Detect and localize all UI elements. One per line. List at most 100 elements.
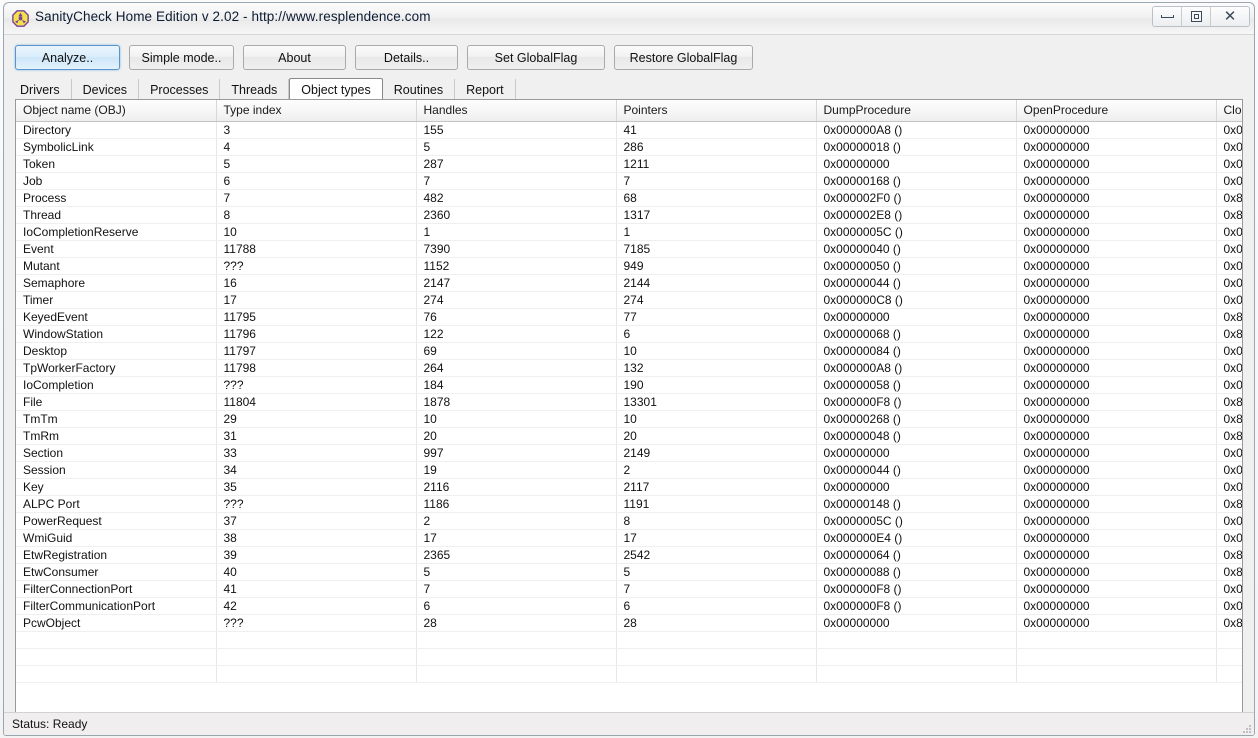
resize-grip-icon[interactable] [1240, 722, 1252, 734]
tab-report[interactable]: Report [455, 79, 516, 100]
table-cell: SymbolicLink [16, 138, 217, 156]
about-button[interactable]: About [243, 45, 346, 70]
column-header-handles[interactable]: Handles [416, 100, 617, 122]
table-row-empty[interactable] [16, 648, 1242, 666]
table-row[interactable]: EtwConsumer 40 5 5 0x00000088 () 0x00000000 0x… [16, 563, 1242, 581]
table-row[interactable]: KeyedEvent 11795 76 77 0x00000000 0x00000000 0… [16, 308, 1242, 326]
column-header-dumpprocedure[interactable]: DumpProcedure [816, 100, 1017, 122]
table-cell-empty [816, 648, 1017, 666]
table-cell: 41 [616, 121, 817, 139]
table-row[interactable]: Thread 8 2360 1317 0x000002E8 () 0x00000000 0x… [16, 206, 1242, 224]
table-row[interactable]: IoCompletion??? 184 190 0x00000058 () 0x0000… [16, 376, 1242, 394]
details-button[interactable]: Details.. [355, 45, 458, 70]
table-row[interactable]: Directory 3 155 41 0x000000A8 () 0x00000000 0x… [16, 121, 1242, 139]
table-row[interactable]: Semaphore 16 2147 2144 0x00000044 () 0x000000… [16, 274, 1242, 292]
tab-threads[interactable]: Threads [220, 79, 290, 100]
column-header-pointers[interactable]: Pointers [616, 100, 817, 122]
set-globalflag-button[interactable]: Set GlobalFlag [467, 45, 605, 70]
table-cell: 0x00000000 [1216, 121, 1242, 139]
table-cell: 0x00000000 [1216, 597, 1242, 615]
maximize-button[interactable] [1182, 7, 1211, 26]
close-button[interactable]: ✕ [1211, 7, 1249, 26]
column-header-closeprocedure[interactable]: CloseProcedure [1216, 100, 1242, 122]
table-cell: 37 [216, 512, 417, 530]
table-cell: 0x83200000 [1216, 427, 1242, 445]
table-row[interactable]: ALPC Port??? 1186 1191 0x00000148 () 0x00000… [16, 495, 1242, 513]
tab-object-types[interactable]: Object types [289, 78, 383, 101]
table-row-empty[interactable] [16, 631, 1242, 649]
table-row[interactable]: WmiGuid3817170x000000E4 ()0x000000000x00… [16, 529, 1242, 547]
table-cell: 1 [416, 223, 617, 241]
table-row[interactable]: Mutant??? 1152 949 0x00000050 () 0x00000000 0… [16, 257, 1242, 275]
table-cell: 28 [616, 614, 817, 632]
table-cell: Key [16, 478, 217, 496]
table-cell: 0x00000048 () [816, 427, 1017, 445]
table-cell: 0x00000000 [1216, 291, 1242, 309]
tab-devices[interactable]: Devices [72, 79, 140, 100]
table-cell: 0x00000000 [1216, 257, 1242, 275]
tab-drivers[interactable]: Drivers [9, 79, 72, 100]
table-row[interactable]: Key35211621170x000000000x000000000x00000… [16, 478, 1242, 496]
table-cell: 10 [416, 410, 617, 428]
table-row[interactable]: Section3399721490x000000000x000000000x00… [16, 444, 1242, 462]
table-cell: Process [16, 189, 217, 207]
table-cell: 5 [216, 155, 417, 173]
table-cell: 0x00000084 () [816, 342, 1017, 360]
table-cell: 11788 [216, 240, 417, 258]
table-row[interactable]: Timer172742740x000000C8 ()0x000000000x00… [16, 291, 1242, 309]
table-cell: 0x00000000 [1216, 478, 1242, 496]
table-cell: FilterConnectionPort [16, 580, 217, 598]
table-row[interactable]: Job6770x00000168 ()0x000000000x00000000 [16, 172, 1242, 190]
table-row[interactable]: PcwObject???28280x000000000x000000000x8C… [16, 614, 1242, 632]
table-cell-empty [416, 665, 617, 683]
column-header-type-index[interactable]: Type index [216, 100, 417, 122]
analyze-button[interactable]: Analyze.. [15, 45, 120, 70]
table-row[interactable]: PowerRequest 37 2 8 0x0000005C () 0x00000000 0… [16, 512, 1242, 530]
tab-routines[interactable]: Routines [383, 79, 456, 100]
table-cell: 39 [216, 546, 417, 564]
table-cell: 0x00000000 [1016, 427, 1217, 445]
table-cell: ALPC Port [16, 495, 217, 513]
table-cell: 0x00000000 [1016, 325, 1217, 343]
column-header-openprocedure[interactable]: OpenProcedure [1016, 100, 1217, 122]
table-cell: 2 [616, 461, 817, 479]
minimize-button[interactable] [1153, 7, 1182, 26]
tab-processes[interactable]: Processes [139, 79, 221, 100]
table-cell: Mutant [16, 257, 217, 275]
table-cell: 0x83200000 [1216, 325, 1242, 343]
title-bar[interactable]: SanityCheck Home Edition v 2.02 - http:/… [4, 3, 1254, 35]
table-cell: WmiGuid [16, 529, 217, 547]
table-cell: 7 [216, 189, 417, 207]
object-types-grid[interactable]: Object name (OBJ) Type index Handles Poi… [15, 99, 1243, 735]
table-row[interactable]: Session341920x00000044 ()0x000000000x000… [16, 461, 1242, 479]
table-cell: 40 [216, 563, 417, 581]
table-row[interactable]: Token528712110x000000000x000000000x00000… [16, 155, 1242, 173]
table-cell: 2365 [416, 546, 617, 564]
table-row[interactable]: TmRm3120200x00000048 ()0x000000000x83200… [16, 427, 1242, 445]
table-row[interactable]: File 11804 1878 13301 0x000000F8 () 0x0000000… [16, 393, 1242, 411]
table-row[interactable]: SymbolicLink 4 5 286 0x00000018 () 0x00000000… [16, 138, 1242, 156]
table-cell: 0x00000000 [1016, 172, 1217, 190]
table-cell: 0x00000000 [816, 308, 1017, 326]
table-row[interactable]: IoCompletionReserve 10 1 1 0x0000005C () 0x00… [16, 223, 1242, 241]
table-row-empty[interactable] [16, 665, 1242, 683]
table-row[interactable]: FilterCommunicationPort 42 6 6 0x000000F8 ()… [16, 597, 1242, 615]
table-row[interactable]: Desktop 11797 69 10 0x00000084 () 0x00000000 0… [16, 342, 1242, 360]
table-cell: 33 [216, 444, 417, 462]
table-row[interactable]: Event 11788 7390 7185 0x00000040 () 0x0000000… [16, 240, 1242, 258]
table-row[interactable]: WindowStation 11796 122 6 0x00000068 () 0x000… [16, 325, 1242, 343]
table-cell: File [16, 393, 217, 411]
table-row[interactable]: Process7482680x000002F0 ()0x000000000x83… [16, 189, 1242, 207]
table-cell: 3 [216, 121, 417, 139]
table-row[interactable]: TmTm2910100x00000268 ()0x000000000x83200… [16, 410, 1242, 428]
restore-globalflag-button[interactable]: Restore GlobalFlag [614, 45, 753, 70]
table-cell: 0x83200000 [1216, 546, 1242, 564]
table-row[interactable]: EtwRegistration 39 2365 2542 0x00000064 () 0x… [16, 546, 1242, 564]
table-cell: 0x00000000 [1016, 495, 1217, 513]
table-cell: 6 [416, 597, 617, 615]
table-row[interactable]: TpWorkerFactory 11798 264 132 0x000000A8 () 0… [16, 359, 1242, 377]
column-header-object-name[interactable]: Object name (OBJ) [16, 100, 217, 122]
simple-mode-button[interactable]: Simple mode.. [129, 45, 234, 70]
table-row[interactable]: FilterConnectionPort 41 7 7 0x000000F8 () 0x0… [16, 580, 1242, 598]
table-cell: 0x00000000 [1016, 189, 1217, 207]
